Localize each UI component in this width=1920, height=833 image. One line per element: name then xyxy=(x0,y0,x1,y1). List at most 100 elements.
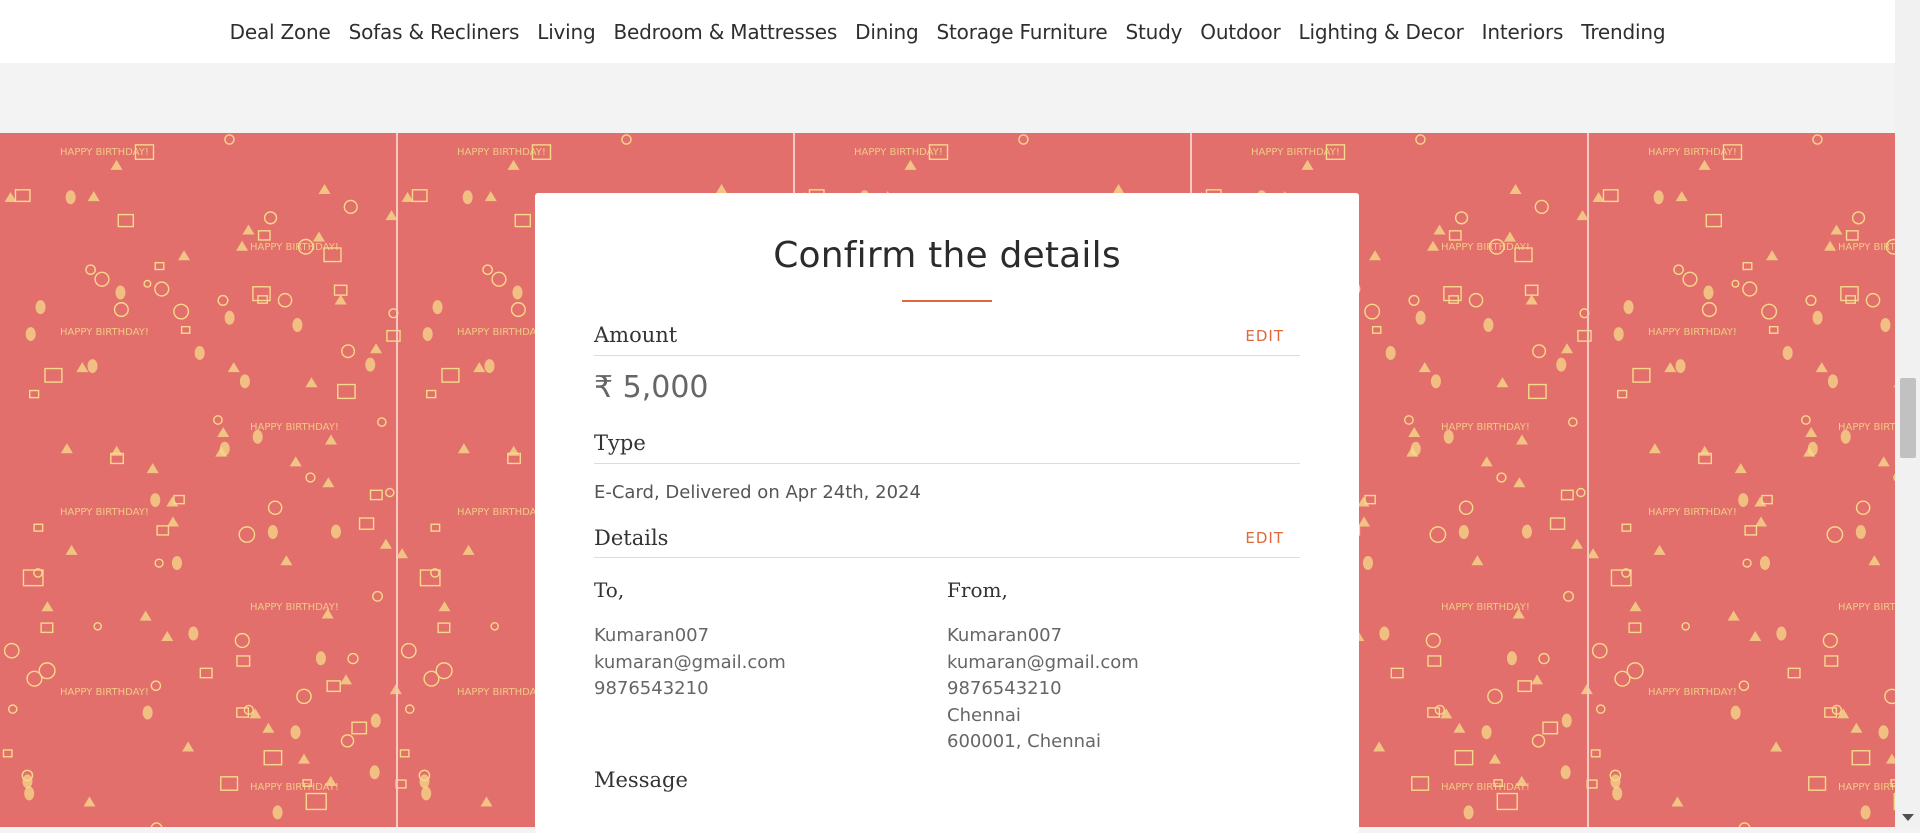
party-doodle xyxy=(1528,383,1547,400)
scrollbar-thumb[interactable] xyxy=(1900,378,1916,458)
amount-divider xyxy=(594,355,1300,356)
edit-details-link[interactable]: EDIT xyxy=(1245,529,1284,547)
party-doodle xyxy=(358,517,375,530)
party-doodle xyxy=(305,377,318,388)
party-doodle xyxy=(369,765,380,780)
party-doodle xyxy=(1448,295,1459,304)
party-doodle xyxy=(1701,302,1717,318)
party-doodle xyxy=(14,189,31,203)
happy-birthday-doodle: HAPPY BIRTHDAY! xyxy=(60,507,149,518)
party-doodle xyxy=(1371,325,1382,334)
nav-trending[interactable]: Trending xyxy=(1581,20,1665,44)
happy-birthday-doodle: HAPPY BIRTHDAY! xyxy=(250,602,339,613)
party-doodle xyxy=(404,704,415,714)
party-doodle xyxy=(370,713,381,728)
to-heading: To, xyxy=(594,578,625,602)
party-doodle xyxy=(1675,359,1686,374)
party-doodle xyxy=(1850,722,1863,733)
party-doodle xyxy=(117,213,134,228)
details-divider xyxy=(594,557,1300,558)
party-doodle xyxy=(272,805,283,820)
party-doodle xyxy=(312,231,325,242)
party-doodle xyxy=(150,822,163,827)
happy-birthday-doodle: HAPPY BIRTHDAY! xyxy=(1648,687,1737,698)
type-divider xyxy=(594,463,1300,464)
happy-birthday-doodle: HAPPY BIRTHDAY! xyxy=(250,422,339,433)
nav-outdoor[interactable]: Outdoor xyxy=(1200,20,1280,44)
nav-sofas-recliners[interactable]: Sofas & Recliners xyxy=(349,20,520,44)
happy-birthday-doodle: HAPPY BIRTHDAY! xyxy=(60,687,149,698)
nav-deal-zone[interactable]: Deal Zone xyxy=(230,20,331,44)
party-doodle xyxy=(236,240,249,251)
party-doodle xyxy=(1563,590,1574,602)
party-doodle xyxy=(1734,463,1747,474)
page-scrollbar[interactable] xyxy=(1895,0,1920,827)
party-doodle xyxy=(318,183,331,194)
party-doodle xyxy=(194,345,205,360)
party-doodle xyxy=(1524,284,1539,296)
party-doodle xyxy=(1731,279,1740,288)
party-doodle xyxy=(1827,374,1838,389)
card-title: Confirm the details xyxy=(773,235,1121,276)
happy-birthday-doodle: HAPPY BIRTHDAY! xyxy=(1648,507,1737,518)
party-doodle xyxy=(1503,231,1516,242)
party-doodle xyxy=(94,271,110,287)
nav-study[interactable]: Study xyxy=(1126,20,1183,44)
party-doodle xyxy=(33,523,44,532)
party-doodle xyxy=(1430,374,1441,389)
party-doodle xyxy=(180,325,191,334)
nav-interiors[interactable]: Interiors xyxy=(1482,20,1564,44)
party-doodle xyxy=(29,389,40,399)
to-name: Kumaran007 xyxy=(594,625,710,646)
party-doodle xyxy=(1845,230,1859,241)
party-doodle xyxy=(421,786,432,801)
party-doodle xyxy=(1560,765,1571,780)
party-doodle xyxy=(85,264,96,276)
nav-storage-furniture[interactable]: Storage Furniture xyxy=(937,20,1108,44)
party-doodle xyxy=(1404,415,1414,425)
party-doodle xyxy=(60,443,73,454)
party-doodle xyxy=(24,786,35,801)
party-doodle xyxy=(1738,493,1749,508)
happy-birthday-doodle: HAPPY BIRTHDAY! xyxy=(1838,602,1895,613)
party-doodle xyxy=(277,292,293,308)
party-doodle xyxy=(337,383,356,400)
party-doodle xyxy=(372,590,383,602)
party-doodle xyxy=(262,722,275,733)
nav-dining[interactable]: Dining xyxy=(855,20,919,44)
party-doodle xyxy=(1614,670,1631,687)
party-doodle xyxy=(377,417,387,427)
happy-birthday-doodle: HAPPY BIRTHDAY! xyxy=(457,687,546,698)
happy-birthday-doodle: HAPPY BIRTHDAY! xyxy=(1838,782,1895,793)
party-doodle xyxy=(411,189,428,203)
party-doodle xyxy=(1808,776,1827,791)
party-doodle xyxy=(1488,753,1501,764)
party-doodle xyxy=(1534,199,1549,214)
party-doodle xyxy=(1018,134,1029,145)
party-doodle xyxy=(1855,525,1866,540)
party-doodle xyxy=(1443,429,1454,444)
party-doodle xyxy=(1851,750,1871,766)
nav-lighting-decor[interactable]: Lighting & Decor xyxy=(1299,20,1464,44)
party-doodle xyxy=(178,250,191,261)
happy-birthday-doodle: HAPPY BIRTHDAY! xyxy=(457,327,546,338)
party-doodle xyxy=(1824,707,1838,718)
from-heading: From, xyxy=(947,578,1008,602)
party-doodle xyxy=(1855,500,1871,516)
party-doodle xyxy=(239,374,250,389)
party-doodle xyxy=(1509,183,1522,194)
party-doodle xyxy=(1415,134,1426,145)
party-doodle xyxy=(76,362,89,373)
party-doodle xyxy=(1682,271,1698,287)
party-doodle xyxy=(514,213,531,228)
scroll-down-arrow-icon[interactable] xyxy=(1902,814,1914,821)
party-doodle xyxy=(41,601,54,612)
nav-living[interactable]: Living xyxy=(537,20,595,44)
party-doodle xyxy=(305,472,316,483)
party-doodle xyxy=(419,774,430,789)
edit-amount-link[interactable]: EDIT xyxy=(1245,327,1284,345)
party-doodle xyxy=(1595,704,1606,714)
nav-bedroom-mattresses[interactable]: Bedroom & Mattresses xyxy=(614,20,838,44)
party-doodle xyxy=(156,525,170,536)
party-doodle xyxy=(1776,626,1787,641)
